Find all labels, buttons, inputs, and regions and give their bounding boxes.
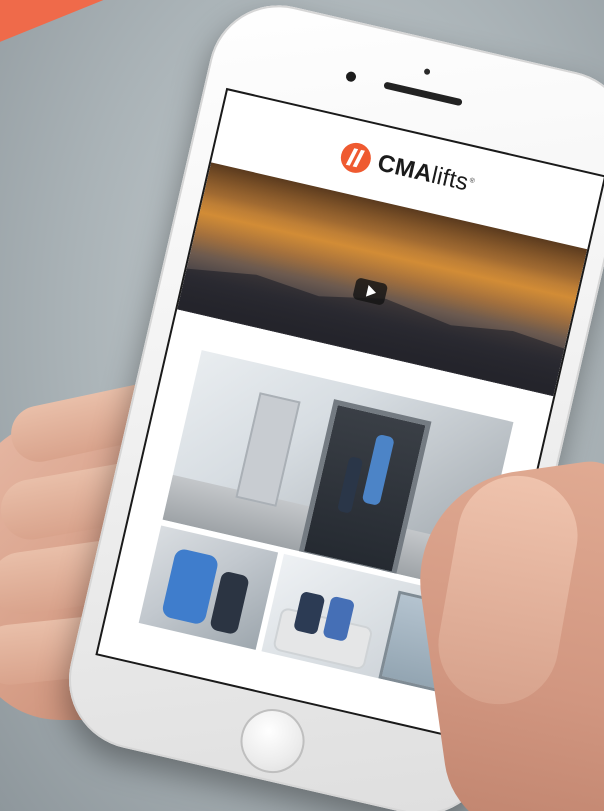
child-figure — [209, 570, 250, 636]
sensor-icon — [423, 68, 431, 76]
sofa — [272, 606, 374, 671]
photo-scene: CMAlifts® — [0, 0, 604, 811]
brand-logo-text[interactable]: CMAlifts® — [375, 149, 477, 198]
brand-name-bold: CMA — [375, 149, 435, 189]
family-lift-photo[interactable] — [138, 525, 279, 650]
speaker-grille — [383, 81, 463, 107]
hallway-closet — [235, 392, 301, 507]
brand-name-light: lifts — [428, 161, 472, 197]
trademark-symbol: ® — [468, 177, 476, 186]
cma-logo-icon — [337, 139, 374, 176]
grandparent-figure — [160, 547, 220, 626]
play-icon — [365, 284, 377, 299]
home-button[interactable] — [234, 702, 311, 780]
front-camera-icon — [345, 70, 358, 83]
